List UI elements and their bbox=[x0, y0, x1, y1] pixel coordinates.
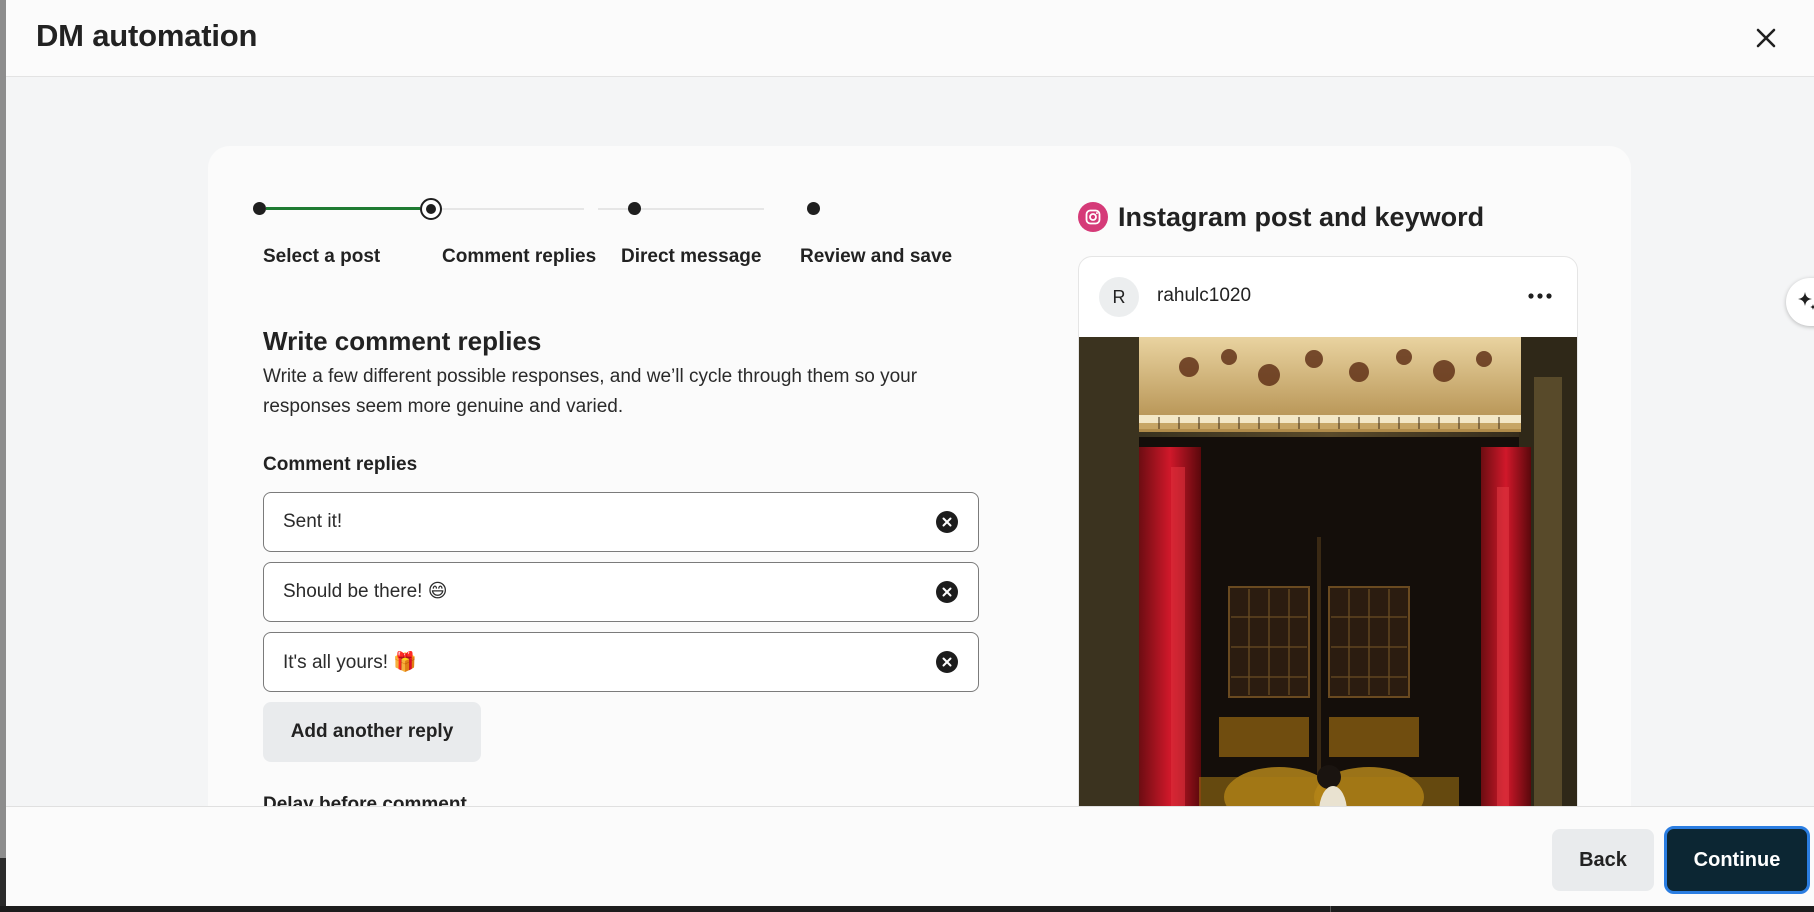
comment-reply-field-2 bbox=[263, 562, 979, 622]
step-dot-direct-message bbox=[628, 202, 641, 215]
step-connector-2 bbox=[442, 208, 584, 210]
more-horizontal-icon bbox=[1528, 293, 1552, 299]
clear-reply-3-button[interactable] bbox=[936, 651, 958, 673]
comment-reply-input-1[interactable] bbox=[264, 493, 924, 550]
preview-heading: Instagram post and keyword bbox=[1078, 200, 1484, 234]
progress-stepper: Select a post Comment replies Direct mes… bbox=[208, 146, 968, 286]
step-dot-review-save bbox=[807, 202, 820, 215]
dialog-footer: Back Continue bbox=[6, 806, 1814, 906]
step-label-comment-replies: Comment replies bbox=[442, 246, 597, 267]
step-connector-3 bbox=[598, 208, 764, 210]
comment-reply-input-3[interactable] bbox=[264, 633, 924, 690]
clear-reply-2-button[interactable] bbox=[936, 581, 958, 603]
step-connector-1 bbox=[266, 207, 420, 210]
post-header: R rahulc1020 bbox=[1079, 257, 1577, 337]
post-username: rahulc1020 bbox=[1157, 285, 1252, 306]
step-label-review-save: Review and save bbox=[800, 246, 953, 267]
post-image bbox=[1079, 337, 1577, 855]
step-label-direct-message: Direct message bbox=[621, 246, 762, 267]
sparkle-icon bbox=[1798, 292, 1814, 310]
instagram-icon bbox=[1078, 202, 1108, 232]
clear-circle-icon bbox=[942, 587, 952, 597]
dialog-header: DM automation bbox=[6, 0, 1814, 77]
comment-replies-label: Comment replies bbox=[263, 454, 418, 475]
post-more-button[interactable] bbox=[1525, 283, 1555, 309]
step-dot-comment-replies bbox=[420, 198, 442, 220]
taskbar-strip bbox=[0, 906, 1814, 912]
close-button[interactable] bbox=[1746, 18, 1786, 58]
continue-button[interactable]: Continue bbox=[1664, 826, 1810, 894]
clear-reply-1-button[interactable] bbox=[936, 511, 958, 533]
step-dot-select-post bbox=[253, 202, 266, 215]
preview-title: Instagram post and keyword bbox=[1118, 201, 1485, 232]
comment-reply-field-1 bbox=[263, 492, 979, 552]
section-description: Write a few different possible responses… bbox=[263, 366, 918, 417]
close-icon bbox=[1756, 28, 1776, 48]
clear-circle-icon bbox=[942, 517, 952, 527]
section-title: Write comment replies bbox=[263, 326, 542, 356]
avatar: R bbox=[1099, 277, 1139, 317]
instagram-post-preview: R rahulc1020 bbox=[1078, 256, 1578, 856]
step-label-select-post: Select a post bbox=[263, 246, 381, 267]
clear-circle-icon bbox=[942, 657, 952, 667]
add-another-reply-button[interactable]: Add another reply bbox=[263, 702, 481, 762]
back-button[interactable]: Back bbox=[1552, 829, 1654, 891]
comment-reply-input-2[interactable] bbox=[264, 563, 924, 620]
ai-assistant-button[interactable] bbox=[1786, 278, 1814, 326]
dialog-title: DM automation bbox=[36, 18, 258, 53]
dm-automation-dialog: DM automation Select a post Comment repl… bbox=[6, 0, 1814, 906]
comment-reply-field-3 bbox=[263, 632, 979, 692]
content-card: Select a post Comment replies Direct mes… bbox=[208, 146, 1631, 906]
